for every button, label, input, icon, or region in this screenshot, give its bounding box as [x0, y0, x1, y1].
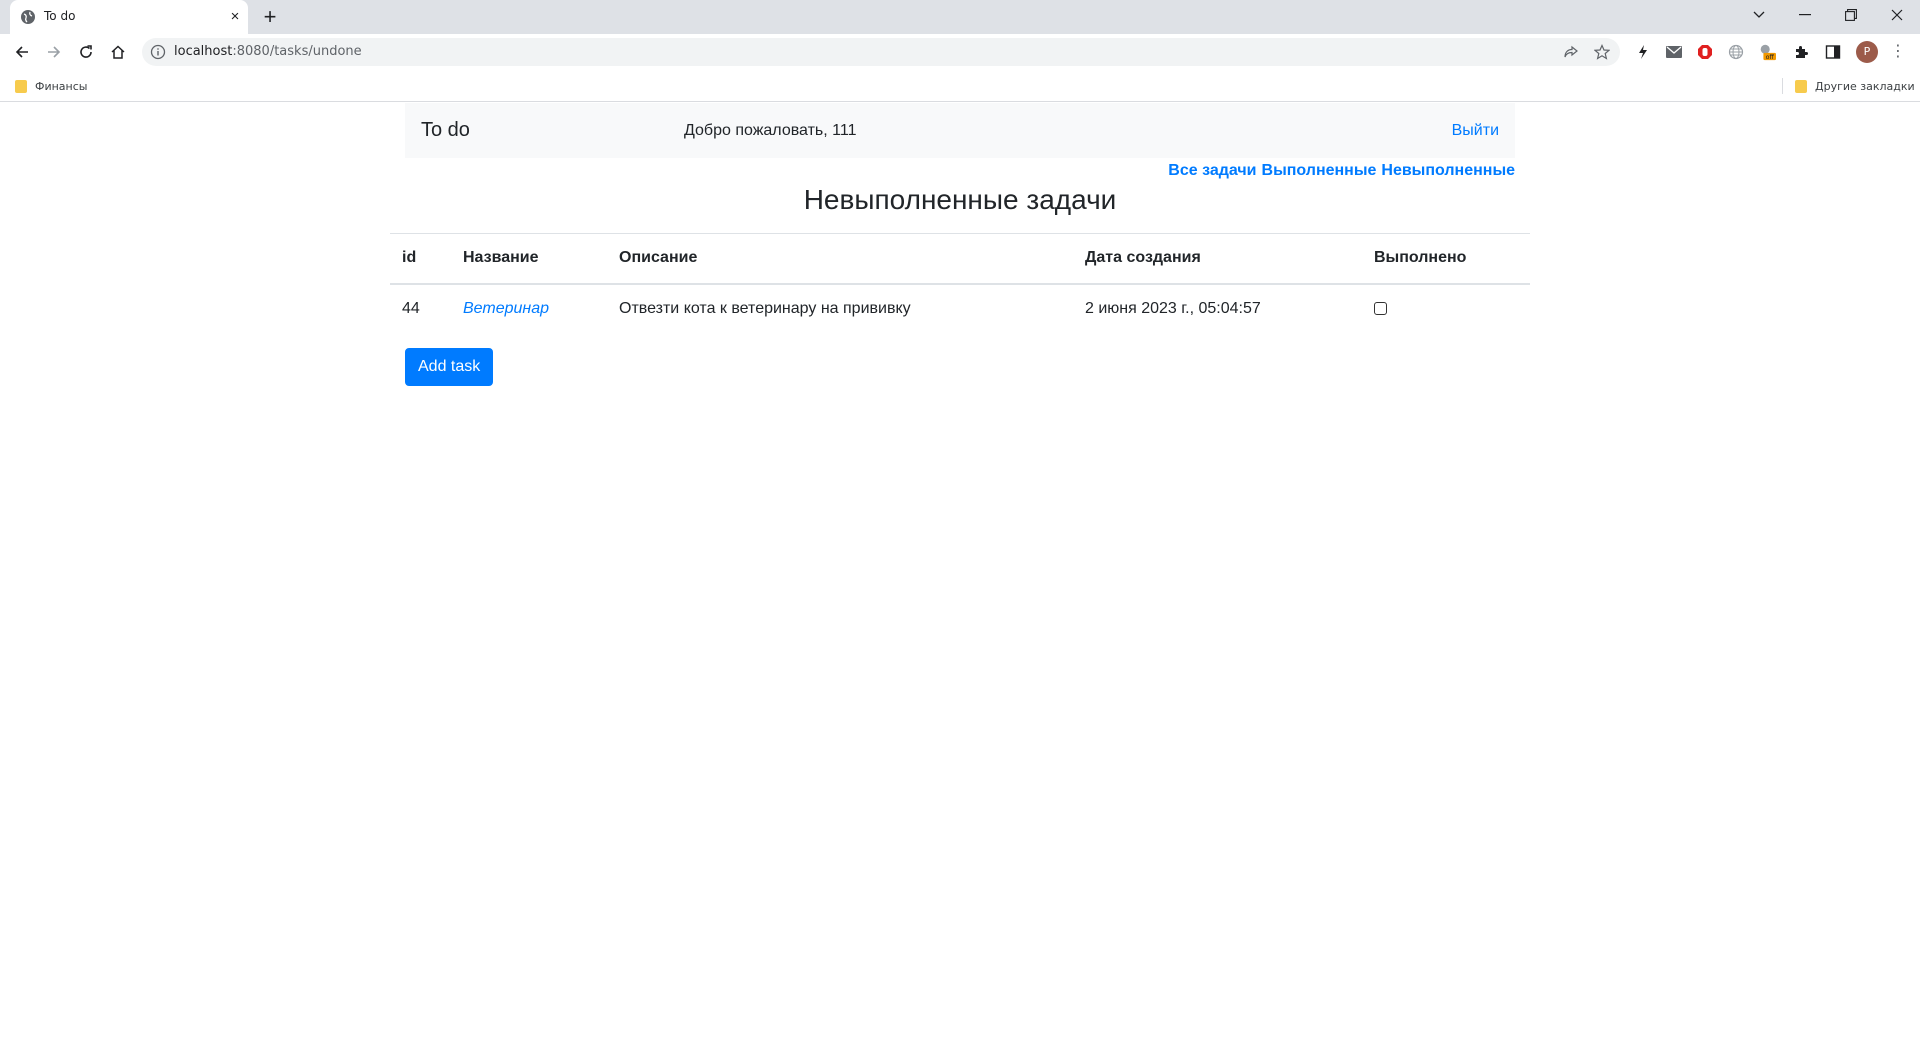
app-navbar: To do Добро пожаловать, 111 Выйти [405, 103, 1515, 158]
side-panel-icon[interactable] [1824, 43, 1842, 61]
lightning-extension-icon[interactable] [1634, 43, 1652, 61]
address-bar[interactable]: localhost:8080/tasks/undone [142, 38, 1620, 66]
tasks-table: id Название Описание Дата создания Выпол… [390, 233, 1530, 334]
folder-icon [1795, 79, 1807, 93]
bookmarks-divider [1782, 78, 1783, 94]
column-header-created: Дата создания [1073, 233, 1362, 285]
globe-icon [20, 9, 36, 25]
table-row: 44 Ветеринар Отвезти кота к ветеринару н… [390, 284, 1530, 334]
task-name-cell: Ветеринар [451, 284, 607, 334]
browser-menu-icon[interactable]: ⋮ [1890, 42, 1906, 62]
folder-icon [15, 79, 27, 93]
task-name-link[interactable]: Ветеринар [463, 300, 549, 317]
close-tab-icon[interactable]: × [226, 8, 244, 26]
filter-undone-link[interactable]: Невыполненные [1381, 162, 1515, 180]
url-text: localhost:8080/tasks/undone [174, 44, 362, 59]
extension-badge: off [1766, 54, 1775, 61]
bookmarks-bar: Финансы Другие закладки [0, 70, 1920, 102]
restore-icon[interactable] [1828, 0, 1874, 30]
profile-avatar[interactable]: P [1856, 41, 1878, 63]
minimize-icon[interactable] [1782, 0, 1828, 30]
task-filter-links: Все задачи Выполненные Невыполненные [1168, 162, 1515, 180]
table-header-row: id Название Описание Дата создания Выпол… [390, 233, 1530, 285]
column-header-id: id [390, 233, 451, 285]
back-icon[interactable] [9, 39, 35, 65]
new-tab-button[interactable]: + [258, 6, 282, 30]
filter-all-link[interactable]: Все задачи [1168, 162, 1256, 180]
globe-extension-icon[interactable] [1727, 43, 1745, 61]
column-header-done: Выполнено [1362, 233, 1530, 285]
tab-search-icon[interactable] [1736, 0, 1782, 30]
column-header-description: Описание [607, 233, 1073, 285]
home-icon[interactable] [105, 39, 131, 65]
task-id: 44 [402, 300, 420, 317]
reload-icon[interactable] [73, 39, 99, 65]
browser-tab[interactable]: To do × [10, 0, 248, 34]
other-bookmarks-folder[interactable]: Другие закладки [1795, 78, 1915, 94]
site-info-icon[interactable] [150, 44, 166, 60]
column-header-name: Название [451, 233, 607, 285]
task-description: Отвезти кота к ветеринару на прививку [619, 300, 911, 317]
close-window-icon[interactable] [1874, 0, 1920, 30]
page-content: To do Добро пожаловать, 111 Выйти Все за… [0, 103, 1920, 1040]
other-bookmarks-label: Другие закладки [1815, 79, 1915, 93]
task-done-cell [1362, 284, 1530, 334]
share-icon[interactable] [1562, 43, 1580, 61]
forward-icon[interactable] [41, 39, 67, 65]
page-title: Невыполненные задачи [803, 184, 1117, 215]
app-brand[interactable]: To do [421, 119, 470, 142]
bookmark-label: Финансы [35, 79, 88, 93]
task-done-checkbox[interactable] [1374, 302, 1387, 316]
adblock-extension-icon[interactable] [1696, 43, 1714, 61]
browser-toolbar: localhost:8080/tasks/undone off P ⋮ [0, 34, 1920, 70]
tab-strip: To do × + [0, 0, 1920, 34]
tab-title: To do [44, 9, 76, 23]
welcome-text: Добро пожаловать, 111 [684, 122, 857, 139]
add-task-button[interactable]: Add task [405, 348, 494, 386]
logout-link[interactable]: Выйти [1452, 122, 1499, 140]
bookmark-star-icon[interactable] [1593, 43, 1611, 61]
off-badge-extension-icon[interactable]: off [1758, 43, 1776, 61]
url-path: :8080/tasks/undone [232, 44, 362, 59]
mail-extension-icon[interactable] [1665, 43, 1683, 61]
filter-done-link[interactable]: Выполненные [1262, 162, 1377, 180]
url-host: localhost [174, 44, 233, 59]
extensions-puzzle-icon[interactable] [1792, 43, 1810, 61]
bookmark-folder[interactable]: Финансы [15, 78, 87, 94]
task-created-date: 2 июня 2023 г., 05:04:57 [1085, 300, 1261, 317]
